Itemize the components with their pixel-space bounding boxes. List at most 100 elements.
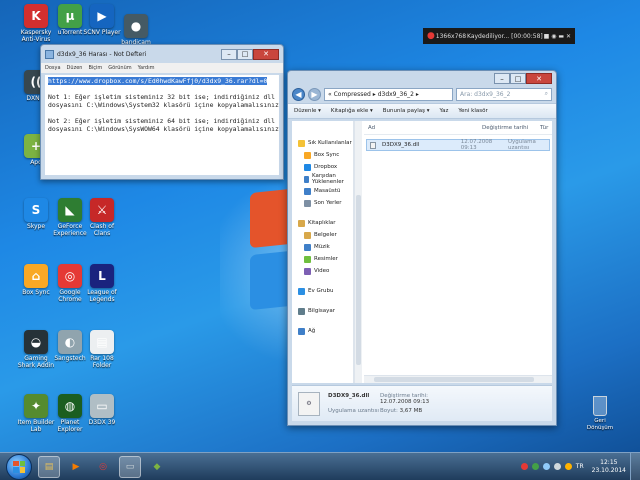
recycle-bin-icon — [593, 396, 607, 416]
note-line: dosyasını C:\Windows\System32 klasörü iç… — [48, 101, 279, 109]
recbar-controls[interactable]: ■ ◉ ▬ ✕ — [544, 33, 571, 40]
show-desktop-button[interactable] — [630, 452, 640, 480]
kaspersky-icon: K — [24, 4, 48, 28]
column-type[interactable]: Tür — [536, 125, 548, 131]
nav-item[interactable]: Belgeler — [292, 229, 353, 241]
dll-file-icon — [370, 141, 376, 149]
recording-resolution: 1366x768 — [435, 32, 467, 40]
notepad-taskbar-icon[interactable]: ▭ — [119, 455, 141, 478]
nav-item-label: Ağ — [308, 328, 316, 334]
recording-bar[interactable]: ● 1366x768 Kaydediliyor... [00:00:58] ■ … — [423, 28, 575, 44]
file-name-cell: D3DX9_36.dll — [367, 141, 458, 149]
nav-folder-icon — [304, 187, 311, 195]
tray-utorrent-icon[interactable] — [531, 463, 539, 470]
clock[interactable]: 12:15 23.10.2014 — [588, 459, 630, 475]
nav-folder-icon — [304, 163, 311, 171]
scrollbar-thumb[interactable] — [374, 377, 534, 382]
tray-antivirus-icon[interactable] — [520, 463, 528, 470]
nav-folder-icon — [298, 307, 305, 315]
column-date[interactable]: Değiştirme tarihi — [478, 125, 536, 131]
language-indicator[interactable]: TR — [576, 463, 584, 470]
skype-icon: S — [24, 198, 48, 222]
nav-item[interactable]: Masaüstü — [292, 185, 353, 197]
detail-type: Uygulama uzantısı — [328, 408, 379, 414]
burn-button[interactable]: Yaz — [439, 108, 448, 114]
selected-url[interactable]: https://www.dropbox.com/s/Ed0hwdKawFfj0/… — [48, 77, 268, 85]
nav-folder-icon — [304, 151, 311, 159]
close-button[interactable]: ✕ — [253, 48, 279, 60]
menu-help[interactable]: Yardım — [138, 65, 155, 71]
nav-scrollbar[interactable] — [354, 121, 362, 383]
nav-item-label: Ev Grubu — [308, 288, 334, 294]
tray-network-icon[interactable] — [542, 463, 550, 470]
notepad-text-area[interactable]: https://www.dropbox.com/s/Ed0hwdKawFfj0/… — [45, 75, 279, 175]
forward-arrow-icon[interactable]: ▶ — [308, 87, 321, 101]
desktop-icon[interactable]: ▭ D3DX 39 — [82, 394, 122, 426]
nav-item[interactable]: Box Sync — [292, 149, 353, 161]
maximize-button[interactable]: □ — [237, 48, 253, 60]
start-button[interactable] — [6, 453, 32, 480]
desktop-icon-label: League of Legends — [87, 289, 117, 303]
notepad-window[interactable]: d3dx9_36 Harası - Not Defteri – □ ✕ Dosy… — [40, 44, 284, 180]
share-with-button[interactable]: Bununla paylaş ▾ — [383, 108, 430, 114]
nav-item-label: Resimler — [314, 256, 338, 262]
notepad-icon — [45, 49, 54, 59]
nav-item[interactable]: Ağ — [292, 325, 353, 337]
nav-item[interactable]: Resimler — [292, 253, 353, 265]
nav-item[interactable]: Dropbox — [292, 161, 353, 173]
geforce-icon: ◣ — [58, 198, 82, 222]
menu-edit[interactable]: Düzen — [67, 65, 83, 71]
desktop-icon[interactable]: ● bandicam — [116, 14, 156, 46]
recycle-bin[interactable]: Geri Dönüşüm — [586, 396, 614, 432]
breadcrumb[interactable]: « Compressed ▸ d3dx9_36_2 ▸ — [328, 91, 419, 98]
desktop-icon-label: D3DX 39 — [88, 419, 116, 426]
explorer-window[interactable]: – □ ✕ ◀ ▶ « Compressed ▸ d3dx9_36_2 ▸ Ar… — [287, 70, 557, 426]
bluestacks-icon[interactable]: ◆ — [146, 456, 168, 478]
organize-button[interactable]: Düzenle ▾ — [294, 108, 321, 114]
tray-volume-icon[interactable] — [553, 463, 561, 470]
nav-item[interactable]: Karşıdan Yüklenenler — [292, 173, 353, 185]
nav-item[interactable]: Ev Grubu — [292, 285, 353, 297]
column-headers: Ad Değiştirme tarihi Tür — [364, 121, 552, 135]
minimize-button[interactable]: – — [494, 73, 510, 84]
add-to-library-button[interactable]: Kitaplığa ekle ▾ — [331, 108, 373, 114]
scrollbar-thumb[interactable] — [356, 195, 361, 365]
maximize-button[interactable]: □ — [510, 73, 526, 84]
nav-item[interactable]: Son Yerler — [292, 197, 353, 209]
file-row[interactable]: D3DX9_36.dll 12.07.2008 09:13 Uygulama u… — [366, 139, 550, 151]
bandicam-icon: ● — [124, 14, 148, 38]
notepad-titlebar[interactable]: d3dx9_36 Harası - Not Defteri – □ ✕ — [41, 45, 283, 63]
column-name[interactable]: Ad — [364, 125, 478, 131]
horizontal-scrollbar[interactable] — [364, 375, 552, 383]
nav-item[interactable]: Video — [292, 265, 353, 277]
explorer-titlebar[interactable]: – □ ✕ — [288, 71, 556, 85]
back-arrow-icon[interactable]: ◀ — [292, 87, 305, 101]
box-sync-icon: ⌂ — [24, 264, 48, 288]
nav-item[interactable]: Kitaplıklar — [292, 217, 353, 229]
explorer-taskbar-icon[interactable]: ▤ — [38, 455, 60, 478]
nav-item-label: Sık Kullanılanlar — [308, 140, 352, 146]
media-player-icon[interactable]: ▶ — [65, 456, 87, 478]
menu-format[interactable]: Biçim — [88, 65, 102, 71]
menu-file[interactable]: Dosya — [45, 65, 61, 71]
new-folder-button[interactable]: Yeni klasör — [458, 108, 487, 114]
nav-item[interactable]: Sık Kullanılanlar — [292, 137, 353, 149]
desktop-icon[interactable]: ⚔ Clash of Clans — [82, 198, 122, 237]
desktop-icon[interactable]: L League of Legends — [82, 264, 122, 303]
menu-view[interactable]: Görünüm — [108, 65, 131, 71]
nav-item[interactable]: Müzik — [292, 241, 353, 253]
minimize-button[interactable]: – — [221, 48, 237, 60]
nav-item[interactable]: Bilgisayar — [292, 305, 353, 317]
search-icon[interactable]: ⌕ — [545, 90, 548, 98]
chrome-taskbar-icon[interactable]: ◎ — [92, 456, 114, 478]
search-input[interactable]: Ara: d3dx9_36_2 ⌕ — [456, 87, 552, 101]
disc-icon: ◐ — [58, 330, 82, 354]
close-button[interactable]: ✕ — [526, 73, 552, 84]
tray-flag-icon[interactable] — [564, 463, 572, 470]
desktop-icon-label: Clash of Clans — [89, 223, 115, 237]
address-bar[interactable]: « Compressed ▸ d3dx9_36_2 ▸ — [324, 87, 453, 101]
nav-folder-icon — [298, 327, 305, 335]
desktop-icon[interactable]: ▤ Rar 108 Folder — [82, 330, 122, 369]
window-controls: – □ ✕ — [494, 73, 552, 85]
game-icon: ⚔ — [90, 198, 114, 222]
